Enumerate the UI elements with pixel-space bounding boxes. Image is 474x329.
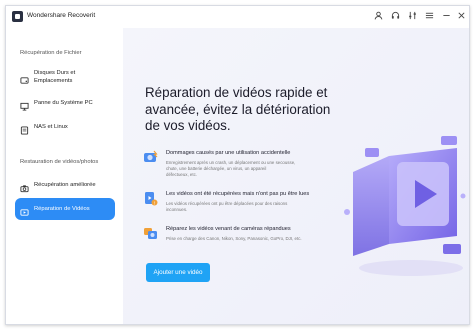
camera-icon: [20, 180, 29, 193]
sidebar-item-label: Réparation de Vidéos: [34, 206, 90, 212]
feature-description: Les vidéos récupérées ont pu être déplac…: [166, 201, 336, 213]
feature-description-line: Prise en charge des Canon, Nikon, Sony, …: [166, 236, 302, 241]
nas-icon: [20, 122, 29, 135]
sidebar: Récupération de Fichier Disques Durs et …: [6, 28, 123, 324]
page-title-line: Réparation de vidéos rapide et: [145, 85, 328, 100]
sidebar-item-advanced-recovery[interactable]: Récupération améliorée: [15, 174, 115, 196]
sidebar-item-nas-linux[interactable]: NAS et Linux: [15, 116, 115, 138]
add-video-button[interactable]: Ajouter une vidéo: [146, 263, 210, 282]
title-bar: Wondershare Recoverit: [6, 6, 469, 28]
headset-icon[interactable]: [390, 11, 400, 22]
app-logo-icon: [12, 11, 23, 22]
minimize-icon[interactable]: [441, 11, 451, 22]
feature-title: Réparez les vidéos venant de caméras rép…: [166, 226, 291, 232]
app-window: Wondershare Recoverit Récupération de Fi…: [5, 5, 470, 325]
sidebar-item-system-crash[interactable]: Panne du Système PC: [15, 92, 115, 114]
page-title-line: avancée, évitez la détérioration: [145, 101, 331, 117]
feature-description: Enregistrement après un crash, un déplac…: [166, 160, 336, 178]
svg-text:!: !: [154, 200, 155, 205]
sidebar-item-label-line2: Emplacements: [34, 78, 73, 84]
hard-drive-icon: [20, 72, 29, 84]
sidebar-item-label: Panne du Système PC: [34, 100, 93, 106]
sidebar-section-file-recovery: Récupération de Fichier: [20, 50, 82, 56]
monitor-icon: [20, 98, 29, 111]
menu-icon[interactable]: [424, 11, 434, 22]
page-title-line: de vos vidéos.: [145, 118, 231, 133]
sidebar-item-video-repair[interactable]: Réparation de Vidéos: [15, 198, 115, 220]
user-icon[interactable]: [373, 11, 383, 22]
sidebar-item-hard-drives[interactable]: Disques Durs et Emplacements: [15, 64, 115, 88]
app-title: Wondershare Recoverit: [27, 12, 96, 19]
feature-title: Les vidéos ont été récupérées mais n'ont…: [166, 191, 310, 197]
sliders-icon[interactable]: [407, 11, 417, 22]
main-panel: Réparation de vidéos rapide et avancée, …: [123, 28, 469, 324]
damaged-camera-icon: [143, 150, 158, 165]
feature-title: Dommages causés par une utilisation acci…: [166, 150, 291, 156]
feature-description-line: défectueux, etc.: [166, 172, 197, 177]
camera-brands-icon: [143, 226, 158, 241]
feature-description-line: inconnues.: [166, 207, 188, 212]
feature-description: Prise en charge des Canon, Nikon, Sony, …: [166, 236, 336, 242]
sidebar-item-label: Disques Durs et: [34, 70, 76, 76]
video-icon: [20, 204, 29, 216]
sidebar-section-video-photo: Restauration de vidéos/photos: [20, 159, 99, 165]
close-icon[interactable]: [456, 11, 466, 22]
unplayable-file-icon: !: [143, 191, 158, 206]
page-title: Réparation de vidéos rapide et avancée, …: [145, 85, 335, 135]
video-repair-illustration: [339, 132, 469, 282]
sidebar-item-label: Récupération améliorée: [34, 182, 96, 188]
sidebar-item-label: NAS et Linux: [34, 124, 68, 130]
